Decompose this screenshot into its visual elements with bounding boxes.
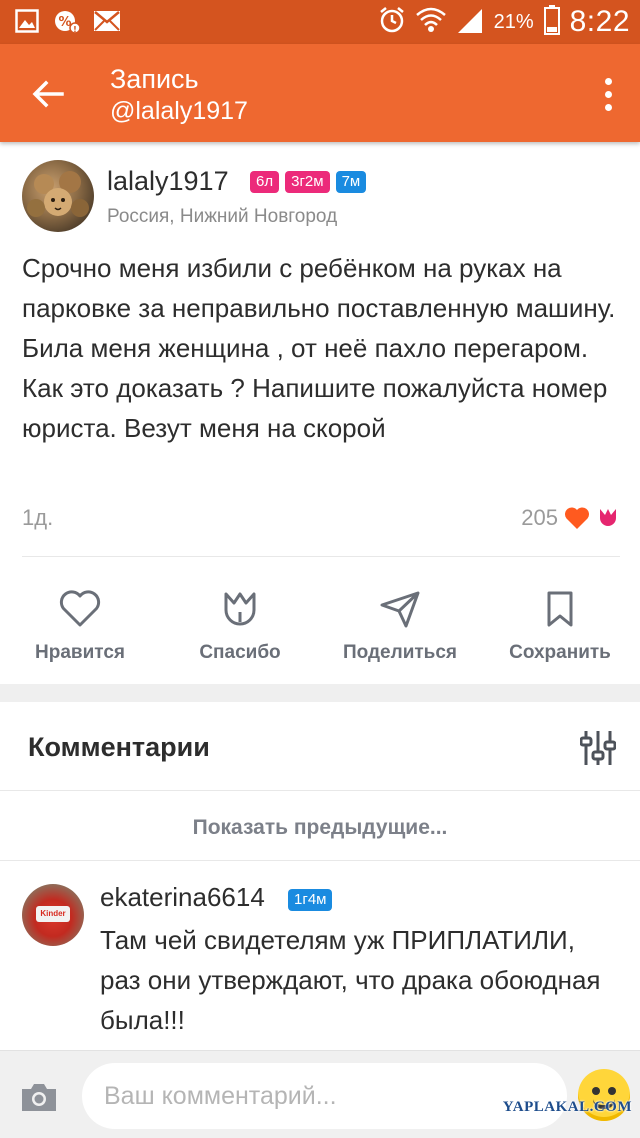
- save-button[interactable]: Сохранить: [490, 590, 630, 664]
- status-badge: 7м: [335, 171, 367, 193]
- gallery-icon: [14, 8, 40, 34]
- comment-author[interactable]: ekaterina6614: [100, 882, 265, 913]
- likes-count: 205: [521, 505, 558, 530]
- heart-icon: [564, 507, 590, 529]
- sliders-icon: [579, 731, 617, 765]
- signal-icon: [456, 7, 484, 38]
- author-location: Россия, Нижний Новгород: [107, 206, 338, 227]
- status-bar: %! 21% 8:22: [0, 0, 640, 44]
- avatar[interactable]: [22, 160, 94, 232]
- status-badge: 3г2м: [285, 171, 330, 193]
- save-label: Сохранить: [509, 642, 611, 663]
- tulip-icon: [600, 509, 616, 526]
- share-label: Поделиться: [342, 642, 458, 663]
- comment-input[interactable]: [82, 1063, 567, 1129]
- battery-icon: [543, 4, 560, 40]
- bookmark-icon: [547, 591, 573, 627]
- likes-counter[interactable]: 205: [521, 505, 620, 531]
- show-previous-comments[interactable]: Показать предыдущие...: [0, 792, 640, 860]
- share-button[interactable]: Поделиться: [330, 590, 470, 664]
- thanks-button[interactable]: Спасибо: [170, 590, 310, 664]
- tulip-outline-icon: [224, 592, 256, 626]
- post-meta: 1д. 205: [22, 505, 620, 535]
- app-bar: Запись @lalaly1917: [0, 44, 640, 142]
- comments-title: Комментарии: [28, 732, 210, 762]
- clock: 8:22: [569, 5, 630, 38]
- smile-icon: [608, 1087, 616, 1095]
- page-subtitle: @lalaly1917: [110, 97, 248, 125]
- post-text: Срочно меня избили с ребёнком на руках н…: [22, 253, 616, 443]
- post-header: lalaly1917 6л 3г2м 7м Россия, Нижний Нов…: [22, 160, 622, 235]
- camera-icon: [22, 1084, 56, 1111]
- battery-percent: 21%: [493, 10, 534, 33]
- post-actions: Нравится Спасибо Поделиться Сохранить: [0, 590, 640, 680]
- camera-button[interactable]: [20, 1081, 58, 1113]
- comment-composer: [0, 1050, 640, 1138]
- watermark: YAPLAKAL.COM: [502, 1099, 632, 1115]
- like-label: Нравится: [35, 642, 125, 663]
- alarm-icon: [378, 6, 406, 39]
- svg-text:!: !: [73, 25, 77, 34]
- like-button[interactable]: Нравится: [10, 590, 150, 664]
- post-age: 1д.: [22, 505, 54, 530]
- status-badge: 6л: [250, 171, 280, 193]
- divider: [22, 556, 620, 557]
- thanks-label: Спасибо: [199, 642, 281, 663]
- post-author[interactable]: lalaly1917: [107, 166, 229, 197]
- heart-outline-icon: [59, 590, 101, 627]
- page-title: Запись: [110, 64, 199, 94]
- arrow-back-icon: [32, 80, 64, 108]
- comments-header: Комментарии: [0, 702, 640, 790]
- back-button[interactable]: [28, 74, 68, 114]
- divider: [0, 790, 640, 791]
- wifi-icon: [415, 7, 446, 38]
- comment-avatar[interactable]: Kinder: [22, 884, 84, 946]
- mail-icon: [94, 8, 120, 34]
- dot: [604, 90, 612, 98]
- comment-text: Там чей свидетелям уж ПРИПЛАТИЛИ, раз он…: [100, 925, 601, 1035]
- avatar-label: Kinder: [36, 906, 70, 922]
- more-menu-button[interactable]: [598, 74, 618, 114]
- send-icon: [380, 591, 420, 628]
- divider: [0, 860, 640, 861]
- section-separator: [0, 684, 640, 702]
- status-badge: 1г4м: [288, 889, 333, 911]
- dot: [604, 103, 612, 111]
- smile-icon: [592, 1087, 600, 1095]
- dot: [604, 77, 612, 85]
- filter-button[interactable]: [579, 728, 617, 768]
- notification-icon: %!: [54, 8, 80, 34]
